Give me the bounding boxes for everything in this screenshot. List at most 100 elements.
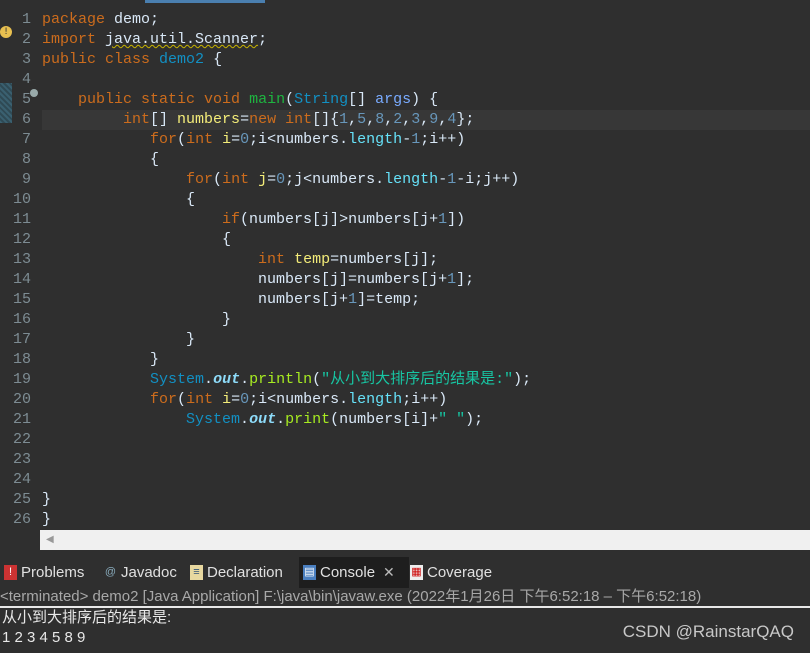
- code-token: 3: [411, 111, 421, 128]
- code-text[interactable]: numbers[j]=numbers[j+1];: [42, 270, 810, 290]
- code-token: import: [42, 31, 97, 48]
- close-icon[interactable]: ✕: [383, 557, 395, 588]
- code-token: main: [249, 91, 286, 108]
- code-text[interactable]: int temp=numbers[j];: [42, 250, 810, 270]
- code-line[interactable]: 26}: [0, 510, 810, 530]
- code-token: i: [222, 391, 232, 408]
- code-line[interactable]: 7 for(int i=0;i<numbers.length-1;i++): [0, 130, 810, 150]
- code-token: }: [42, 331, 196, 348]
- code-token: new: [249, 111, 277, 128]
- code-text[interactable]: int[] numbers=new int[]{1,5,8,2,3,9,4};: [42, 110, 810, 130]
- code-text[interactable]: package demo;: [42, 10, 810, 30]
- warning-icon[interactable]: !: [0, 26, 12, 38]
- code-line[interactable]: 5 public static void main(String[] args)…: [0, 90, 810, 110]
- code-line[interactable]: 12 {: [0, 230, 810, 250]
- tab-label: Declaration: [207, 564, 283, 581]
- code-token: {: [42, 151, 160, 168]
- code-text[interactable]: for(int j=0;j<numbers.length-1-i;j++): [42, 170, 810, 190]
- code-line[interactable]: 15 numbers[j+1]=temp;: [0, 290, 810, 310]
- code-editor[interactable]: 1 package demo; 2 import java.util.Scanner;…: [0, 4, 810, 530]
- code-line[interactable]: 18 }: [0, 350, 810, 370]
- tab-problems[interactable]: ! Problems: [0, 557, 88, 588]
- code-line[interactable]: 17 }: [0, 330, 810, 350]
- code-token: package: [42, 11, 106, 28]
- code-token: 1: [348, 291, 358, 308]
- code-line[interactable]: 20 for(int i=0;i<numbers.length;i++): [0, 390, 810, 410]
- code-text[interactable]: System.out.print(numbers[i]+" ");: [42, 410, 810, 430]
- code-line[interactable]: 6 int[] numbers=new int[]{1,5,8,2,3,9,4}…: [0, 110, 810, 130]
- code-token: =: [231, 391, 241, 408]
- code-text[interactable]: numbers[j+1]=temp;: [42, 290, 810, 310]
- code-line[interactable]: 1 package demo;: [0, 10, 810, 30]
- code-token: .: [240, 411, 250, 428]
- code-text[interactable]: for(int i=0;i<numbers.length-1;i++): [42, 130, 810, 150]
- code-text[interactable]: for(int i=0;i<numbers.length;i++): [42, 390, 810, 410]
- console-status: <terminated> demo2 [Java Application] F:…: [0, 588, 702, 605]
- tab-console[interactable]: ▤ Console ✕: [299, 557, 409, 588]
- code-token: 0: [276, 171, 286, 188]
- tab-javadoc[interactable]: @ Javadoc: [100, 557, 181, 588]
- code-line[interactable]: 19 System.out.println("从小到大排序后的结果是:");: [0, 370, 810, 390]
- code-line[interactable]: 14 numbers[j]=numbers[j+1];: [0, 270, 810, 290]
- code-token: (: [312, 371, 322, 388]
- scroll-left-icon[interactable]: ◀: [46, 534, 54, 545]
- code-text[interactable]: System.out.println("从小到大排序后的结果是:");: [42, 370, 810, 390]
- line-number: 7: [21, 131, 31, 148]
- code-line[interactable]: 21 System.out.print(numbers[i]+" ");: [0, 410, 810, 430]
- code-line[interactable]: 11 if(numbers[j]>numbers[j+1]): [0, 210, 810, 230]
- code-line[interactable]: 2 import java.util.Scanner;: [0, 30, 810, 50]
- code-token: []: [348, 91, 376, 108]
- horizontal-scrollbar[interactable]: ◀: [40, 530, 810, 550]
- code-token: j: [258, 171, 268, 188]
- code-line[interactable]: 13 int temp=numbers[j];: [0, 250, 810, 270]
- javadoc-icon: @: [104, 566, 117, 578]
- line-number: 12: [12, 231, 31, 248]
- code-token: ,: [366, 111, 376, 128]
- code-text[interactable]: }: [42, 490, 810, 510]
- code-token: =numbers[j];: [330, 251, 439, 268]
- code-text[interactable]: }: [42, 510, 810, 530]
- code-token: .: [240, 371, 250, 388]
- code-token: print: [285, 411, 331, 428]
- line-number: 13: [12, 251, 31, 268]
- code-text[interactable]: }: [42, 330, 810, 350]
- line-number: 23: [12, 451, 31, 468]
- code-text[interactable]: {: [42, 190, 810, 210]
- code-line[interactable]: 22: [0, 430, 810, 450]
- code-line[interactable]: 8 {: [0, 150, 810, 170]
- line-number: 20: [12, 391, 31, 408]
- code-text[interactable]: }: [42, 310, 810, 330]
- code-token: 0: [240, 391, 250, 408]
- code-text[interactable]: {: [42, 150, 810, 170]
- code-text[interactable]: }: [42, 350, 810, 370]
- code-token: []{: [312, 111, 340, 128]
- code-line[interactable]: 4: [0, 70, 810, 90]
- code-line[interactable]: 16 }: [0, 310, 810, 330]
- code-line[interactable]: 23: [0, 450, 810, 470]
- code-text[interactable]: public static void main(String[] args) {: [42, 90, 810, 110]
- code-text[interactable]: import java.util.Scanner;: [42, 30, 810, 50]
- code-token: ;i<numbers.: [249, 131, 349, 148]
- line-number: 10: [12, 191, 31, 208]
- tab-coverage[interactable]: ▦ Coverage: [406, 557, 496, 588]
- code-text[interactable]: {: [42, 230, 810, 250]
- code-line[interactable]: 25}: [0, 490, 810, 510]
- active-editor-tab-indicator: [145, 0, 265, 3]
- fold-collapse-icon[interactable]: [30, 89, 38, 97]
- code-text[interactable]: public class demo2 {: [42, 50, 810, 70]
- code-line[interactable]: 10 {: [0, 190, 810, 210]
- code-token: System: [186, 411, 241, 428]
- code-token: ]): [447, 211, 466, 228]
- code-line[interactable]: 9 for(int j=0;j<numbers.length-1-i;j++): [0, 170, 810, 190]
- code-text[interactable]: if(numbers[j]>numbers[j+1]): [42, 210, 810, 230]
- code-token: temp: [294, 251, 331, 268]
- code-token: 4: [447, 111, 457, 128]
- code-line[interactable]: 3 public class demo2 {: [0, 50, 810, 70]
- tab-declaration[interactable]: ≡ Declaration: [186, 557, 287, 588]
- overview-marker: [0, 83, 12, 123]
- code-line[interactable]: 24: [0, 470, 810, 490]
